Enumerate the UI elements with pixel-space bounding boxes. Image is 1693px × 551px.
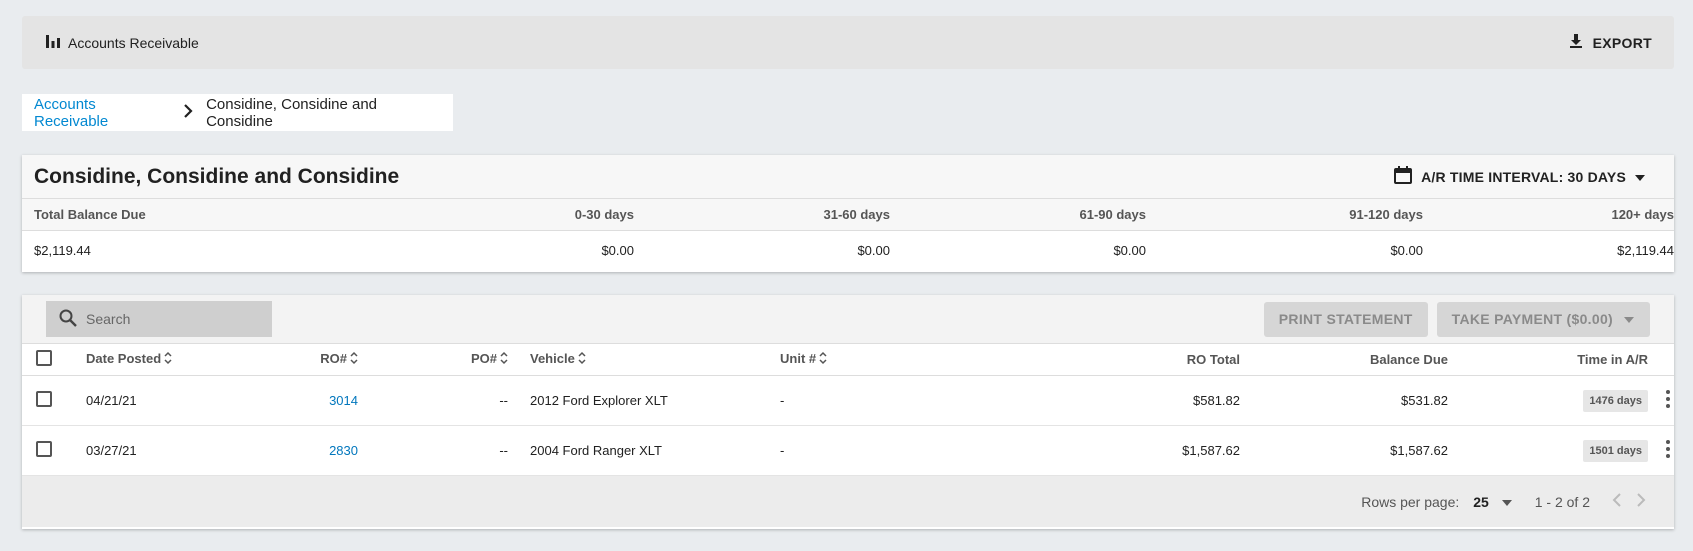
aging-value: $0.00 <box>1390 243 1423 258</box>
aging-value: $2,119.44 <box>1617 243 1674 258</box>
row-checkbox-cell <box>36 391 86 410</box>
cell-vehicle: 2012 Ford Explorer XLT <box>530 393 668 408</box>
caret-down-icon <box>1501 494 1513 510</box>
aging-value: $2,119.44 <box>34 243 91 258</box>
sort-icon <box>578 351 586 368</box>
bar-chart-icon <box>44 32 62 53</box>
cell-date-posted: 04/21/21 <box>86 393 137 408</box>
download-icon <box>1567 32 1585 53</box>
row-menu-button[interactable] <box>1648 439 1688 462</box>
print-statement-label: PRINT STATEMENT <box>1278 311 1413 327</box>
pagination-footer: Rows per page: 25 1 - 2 of 2 <box>22 476 1674 527</box>
time-in-ar-badge: 1501 days <box>1583 439 1648 462</box>
caret-down-icon <box>1634 169 1646 185</box>
table-actions: PRINT STATEMENT TAKE PAYMENT ($0.00) <box>1263 301 1650 337</box>
summary-header: Considine, Considine and Considine A/R T… <box>22 155 1674 199</box>
ro-table-card: PRINT STATEMENT TAKE PAYMENT ($0.00) Dat… <box>22 295 1674 529</box>
cell-date-posted: 03/27/21 <box>86 443 137 458</box>
table-toolbar: PRINT STATEMENT TAKE PAYMENT ($0.00) <box>22 295 1674 344</box>
aging-header: Total Balance Due <box>34 207 146 222</box>
aging-header: 31-60 days <box>823 207 891 222</box>
sort-icon <box>500 351 508 368</box>
sort-icon <box>819 351 827 368</box>
next-page-icon[interactable] <box>1636 493 1646 510</box>
take-payment-button[interactable]: TAKE PAYMENT ($0.00) <box>1436 301 1650 337</box>
top-bar: Accounts Receivable EXPORT <box>22 16 1674 69</box>
cell-balance-due: $531.82 <box>1401 393 1448 408</box>
cell-balance-due: $1,587.62 <box>1390 443 1448 458</box>
cell-unit: - <box>780 443 785 458</box>
header-time-in-ar: Time in A/R <box>1577 352 1648 367</box>
row-checkbox[interactable] <box>36 441 52 457</box>
take-payment-label: TAKE PAYMENT ($0.00) <box>1451 311 1613 327</box>
table-row: 04/21/21 3014 -- 2012 Ford Explorer XLT … <box>22 376 1674 426</box>
row-checkbox[interactable] <box>36 391 52 407</box>
row-checkbox-cell <box>36 441 86 460</box>
breadcrumb-root-link[interactable]: Accounts Receivable <box>34 96 170 130</box>
header-date-posted[interactable]: Date Posted <box>86 351 256 368</box>
ro-link[interactable]: 3014 <box>256 393 358 408</box>
row-menu-button[interactable] <box>1648 389 1688 412</box>
rows-per-page-select[interactable]: 25 <box>1473 494 1512 510</box>
chevron-right-icon <box>182 103 194 122</box>
cell-ro-total: $581.82 <box>1193 393 1240 408</box>
search-icon <box>58 308 78 331</box>
more-vert-icon <box>1665 389 1671 412</box>
ar-interval-dropdown[interactable]: A/R TIME INTERVAL: 30 DAYS <box>1393 165 1646 188</box>
header-po[interactable]: PO# <box>358 351 508 368</box>
header-balance-due: Balance Due <box>1369 352 1448 367</box>
app-title-text: Accounts Receivable <box>68 34 199 51</box>
pagination-range: 1 - 2 of 2 <box>1534 493 1590 510</box>
pager <box>1612 493 1646 510</box>
header-unit[interactable]: Unit # <box>780 351 1010 368</box>
customer-title: Considine, Considine and Considine <box>34 164 400 188</box>
rows-per-page-label: Rows per page: <box>1361 493 1460 510</box>
app-title: Accounts Receivable <box>44 32 199 53</box>
ro-link[interactable]: 2830 <box>256 443 358 458</box>
breadcrumb-current: Considine, Considine and Considine <box>206 95 378 130</box>
aging-header: 0-30 days <box>574 207 634 222</box>
search-box <box>46 301 272 337</box>
aging-value: $0.00 <box>1113 243 1146 258</box>
search-input[interactable] <box>86 311 246 327</box>
header-ro-total: RO Total <box>1186 352 1240 367</box>
aging-header: 91-120 days <box>1349 207 1423 222</box>
cell-time-in-ar: 1501 days <box>1448 439 1648 462</box>
cell-po: -- <box>499 443 508 458</box>
summary-card: Considine, Considine and Considine A/R T… <box>22 155 1674 272</box>
select-all-checkbox[interactable] <box>36 350 52 366</box>
time-in-ar-badge: 1476 days <box>1583 389 1648 412</box>
sort-icon <box>350 351 358 368</box>
caret-down-icon <box>1623 311 1635 327</box>
table-row: 03/27/21 2830 -- 2004 Ford Ranger XLT - … <box>22 426 1674 476</box>
export-label: EXPORT <box>1592 34 1652 51</box>
interval-label: A/R TIME INTERVAL: 30 DAYS <box>1421 168 1626 185</box>
cell-time-in-ar: 1476 days <box>1448 389 1648 412</box>
cell-unit: - <box>780 393 785 408</box>
export-button[interactable]: EXPORT <box>1567 32 1652 53</box>
aging-value: $0.00 <box>601 243 634 258</box>
print-statement-button[interactable]: PRINT STATEMENT <box>1263 301 1428 337</box>
aging-values: $2,119.44 $0.00 $0.00 $0.00 $0.00 $2,119… <box>22 231 1674 270</box>
breadcrumb: Accounts Receivable Considine, Considine… <box>22 94 453 131</box>
cell-ro-total: $1,587.62 <box>1182 443 1240 458</box>
cell-po: -- <box>499 393 508 408</box>
table-header: Date Posted RO# PO# Vehicle Unit # RO To… <box>22 344 1674 376</box>
calendar-icon <box>1393 165 1413 188</box>
aging-value: $0.00 <box>857 243 890 258</box>
header-ro[interactable]: RO# <box>256 351 358 368</box>
select-all-checkbox-cell <box>36 350 86 369</box>
cell-vehicle: 2004 Ford Ranger XLT <box>530 443 662 458</box>
aging-header: 120+ days <box>1611 207 1674 222</box>
sort-icon <box>164 351 172 368</box>
more-vert-icon <box>1665 439 1671 462</box>
header-vehicle[interactable]: Vehicle <box>508 351 780 368</box>
aging-headers: Total Balance Due 0-30 days 31-60 days 6… <box>22 199 1674 231</box>
prev-page-icon[interactable] <box>1612 493 1622 510</box>
aging-header: 61-90 days <box>1079 207 1147 222</box>
